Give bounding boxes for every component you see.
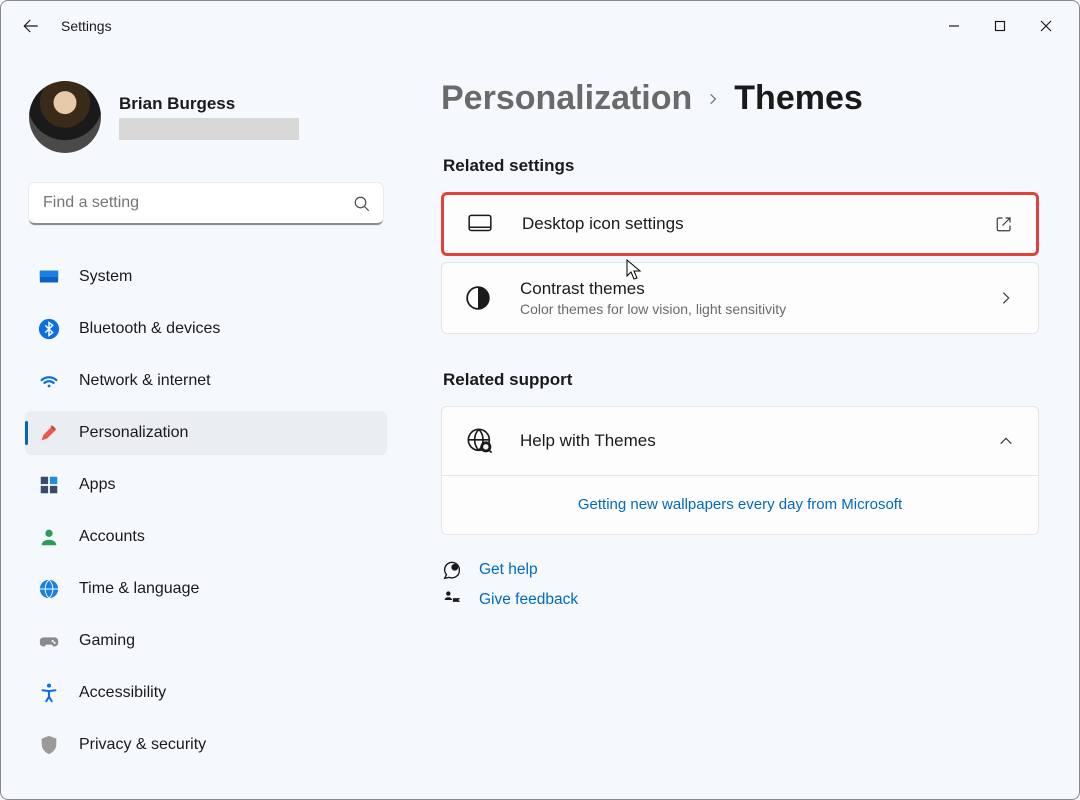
maximize-icon: [994, 20, 1006, 32]
help-themes-header[interactable]: Help with Themes: [442, 407, 1038, 475]
card-title: Desktop icon settings: [522, 214, 966, 234]
chevron-right-icon: [706, 92, 720, 106]
sidebar-item-label: Apps: [79, 476, 115, 494]
main-panel: Personalization Themes Related settings …: [401, 51, 1079, 799]
breadcrumb-parent[interactable]: Personalization: [441, 79, 692, 118]
bluetooth-icon: [37, 317, 61, 341]
sidebar-item-label: Time & language: [79, 580, 199, 598]
sidebar-item-label: Bluetooth & devices: [79, 320, 220, 338]
close-button[interactable]: [1023, 7, 1069, 45]
chat-help-icon: ?: [441, 559, 463, 581]
card-subtitle: Color themes for low vision, light sensi…: [520, 301, 968, 317]
chevron-right-icon: [994, 290, 1018, 306]
minimize-button[interactable]: [931, 7, 977, 45]
contrast-icon: [462, 285, 494, 311]
card-title: Help with Themes: [520, 431, 656, 451]
contrast-themes-card[interactable]: Contrast themes Color themes for low vis…: [441, 262, 1039, 334]
person-icon: [37, 525, 61, 549]
user-block[interactable]: Brian Burgess: [29, 81, 387, 153]
wallpaper-link[interactable]: Getting new wallpapers every day from Mi…: [578, 496, 902, 513]
user-email-redacted: [119, 118, 299, 140]
sidebar-item-system[interactable]: System: [25, 255, 387, 299]
titlebar: Settings: [1, 1, 1079, 51]
sidebar-item-time-language[interactable]: Time & language: [25, 567, 387, 611]
get-help-row: ? Get help: [441, 559, 1039, 581]
maximize-button[interactable]: [977, 7, 1023, 45]
monitor-icon: [464, 211, 496, 237]
sidebar-item-label: Accounts: [79, 528, 145, 546]
sidebar-item-label: Gaming: [79, 632, 135, 650]
sidebar-item-bluetooth[interactable]: Bluetooth & devices: [25, 307, 387, 351]
sidebar-item-label: Network & internet: [79, 372, 211, 390]
give-feedback-row: Give feedback: [441, 589, 1039, 611]
globe-search-icon: [466, 427, 494, 455]
sidebar-item-label: System: [79, 268, 132, 286]
app-title: Settings: [61, 18, 112, 34]
card-title: Contrast themes: [520, 279, 968, 299]
sidebar: Brian Burgess System Bluetooth & devices: [1, 51, 401, 799]
paintbrush-icon: [37, 421, 61, 445]
feedback-icon: [441, 589, 463, 611]
get-help-link[interactable]: Get help: [479, 561, 538, 579]
open-external-icon: [992, 215, 1016, 233]
globe-clock-icon: [37, 577, 61, 601]
wifi-icon: [37, 369, 61, 393]
sidebar-item-accessibility[interactable]: Accessibility: [25, 671, 387, 715]
give-feedback-link[interactable]: Give feedback: [479, 591, 578, 609]
back-button[interactable]: [11, 6, 51, 46]
search-wrap: [29, 183, 383, 225]
apps-icon: [37, 473, 61, 497]
sidebar-item-privacy[interactable]: Privacy & security: [25, 723, 387, 767]
help-themes-card: Help with Themes Getting new wallpapers …: [441, 406, 1039, 535]
chevron-up-icon: [998, 433, 1014, 449]
sidebar-item-label: Privacy & security: [79, 736, 206, 754]
sidebar-item-label: Accessibility: [79, 684, 166, 702]
search-input[interactable]: [29, 183, 383, 225]
avatar: [29, 81, 101, 153]
minimize-icon: [948, 20, 960, 32]
sidebar-item-accounts[interactable]: Accounts: [25, 515, 387, 559]
gamepad-icon: [37, 629, 61, 653]
accessibility-icon: [37, 681, 61, 705]
arrow-left-icon: [22, 17, 40, 35]
search-icon: [353, 195, 371, 213]
support-link-row: Getting new wallpapers every day from Mi…: [442, 475, 1038, 534]
sidebar-item-apps[interactable]: Apps: [25, 463, 387, 507]
close-icon: [1040, 20, 1052, 32]
shield-icon: [37, 733, 61, 757]
desktop-icon-settings-card[interactable]: Desktop icon settings: [441, 192, 1039, 256]
breadcrumb-current: Themes: [734, 79, 863, 118]
user-name: Brian Burgess: [119, 94, 299, 114]
sidebar-item-label: Personalization: [79, 424, 188, 442]
sidebar-item-gaming[interactable]: Gaming: [25, 619, 387, 663]
breadcrumb: Personalization Themes: [441, 79, 1039, 118]
window-controls: [931, 7, 1069, 45]
section-related-settings: Related settings: [443, 156, 1039, 176]
sidebar-item-personalization[interactable]: Personalization: [25, 411, 387, 455]
section-related-support: Related support: [443, 370, 1039, 390]
sidebar-item-network[interactable]: Network & internet: [25, 359, 387, 403]
display-icon: [37, 265, 61, 289]
